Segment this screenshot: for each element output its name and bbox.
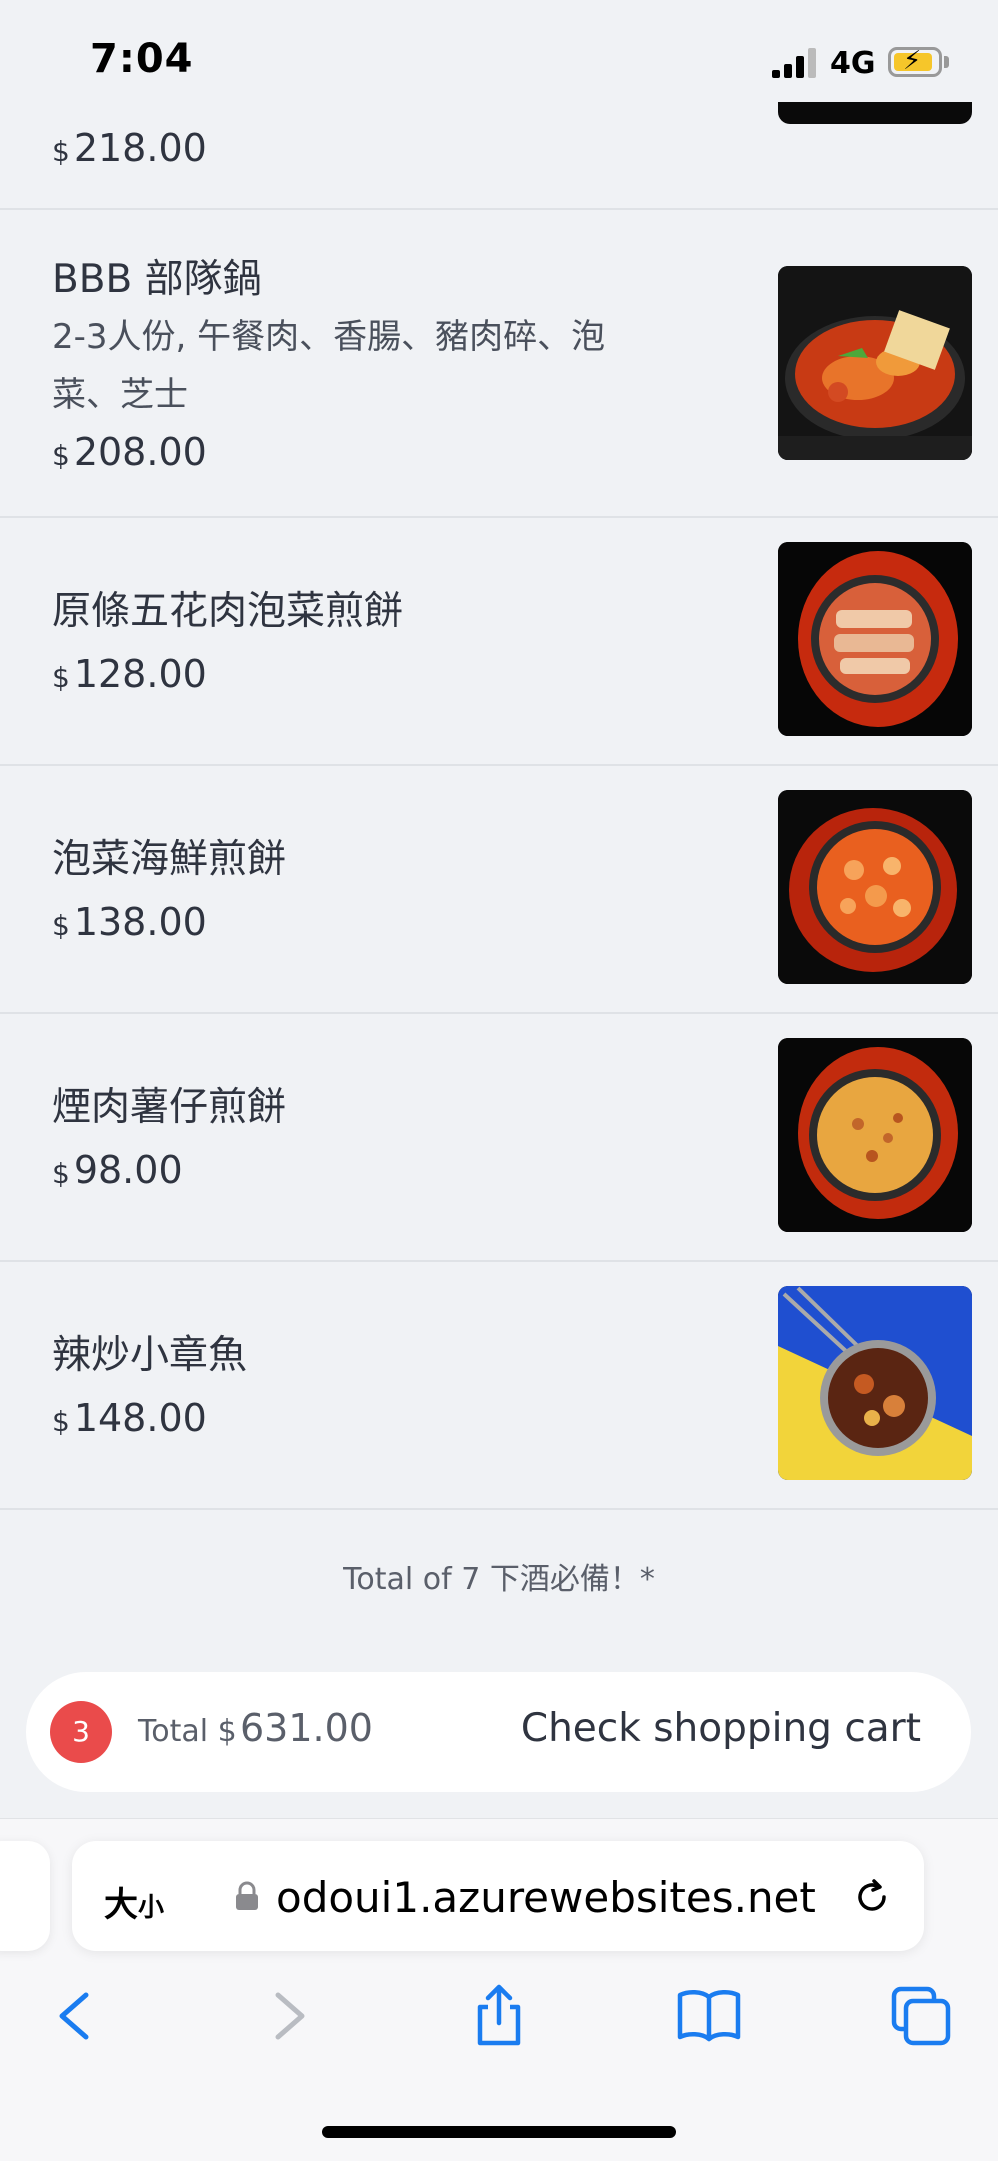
back-icon[interactable] bbox=[40, 1981, 110, 2051]
item-name: 煙肉薯仔煎餅 bbox=[52, 1085, 287, 1130]
forward-icon[interactable] bbox=[254, 1981, 324, 2051]
pork-belly-kimchi-pancake-photo bbox=[778, 542, 972, 736]
address-bar[interactable]: 大小 odoui1.azurewebsites.net bbox=[72, 1841, 924, 1951]
share-icon[interactable] bbox=[464, 1981, 534, 2051]
cart-total-label: Total $ bbox=[138, 1714, 237, 1749]
network-type: 4G bbox=[830, 46, 876, 81]
status-time: 7:04 bbox=[90, 36, 194, 82]
item-description: 2-3人份, 午餐肉、香腸、豬肉碎、泡菜、芝士 bbox=[52, 317, 606, 415]
text-size-button[interactable]: 大小 bbox=[104, 1877, 164, 1926]
army-stew-photo bbox=[778, 266, 972, 460]
menu-item[interactable]: 煙肉薯仔煎餅 $98.00 bbox=[0, 1014, 998, 1262]
bookmarks-icon[interactable] bbox=[674, 1981, 744, 2051]
home-indicator[interactable] bbox=[322, 2126, 676, 2138]
reload-icon[interactable] bbox=[850, 1875, 894, 1919]
tabs-icon[interactable] bbox=[886, 1981, 956, 2051]
item-price: $218.00 bbox=[52, 126, 207, 170]
kimchi-seafood-pancake-photo bbox=[778, 790, 972, 984]
menu-item-previous[interactable]: $218.00 bbox=[0, 120, 998, 210]
items-total-note: Total of 7 下酒必備！* bbox=[343, 1562, 655, 1597]
spicy-stir-fried-octopus-photo bbox=[778, 1286, 972, 1480]
menu-item[interactable]: 原條五花肉泡菜煎餅 $128.00 bbox=[0, 518, 998, 766]
item-price: $148.00 bbox=[52, 1396, 207, 1440]
cart-bar[interactable]: 3 Total $ 631.00 Check shopping cart bbox=[26, 1672, 971, 1792]
menu-item[interactable]: 辣炒小章魚 $148.00 bbox=[0, 1262, 998, 1510]
item-price: $138.00 bbox=[52, 900, 207, 944]
item-price: $128.00 bbox=[52, 652, 207, 696]
menu-item[interactable]: BBB 部隊鍋 2-3人份, 午餐肉、香腸、豬肉碎、泡菜、芝士 $208.00 bbox=[0, 210, 998, 518]
item-price: $98.00 bbox=[52, 1148, 183, 1192]
item-name: 泡菜海鮮煎餅 bbox=[52, 837, 287, 882]
lock-icon bbox=[234, 1881, 260, 1911]
item-price: $208.00 bbox=[52, 430, 207, 474]
menu-item[interactable]: 泡菜海鮮煎餅 $138.00 bbox=[0, 766, 998, 1014]
signal-strength-icon bbox=[772, 48, 818, 78]
browser-toolbar: 大小 odoui1.azurewebsites.net bbox=[0, 1818, 998, 2161]
previous-tab-preview[interactable] bbox=[0, 1841, 50, 1951]
check-shopping-cart-button[interactable]: Check shopping cart bbox=[521, 1706, 921, 1751]
bacon-potato-pancake-photo bbox=[778, 1038, 972, 1232]
item-name: BBB 部隊鍋 bbox=[52, 257, 262, 302]
battery-charging-icon: ⚡ bbox=[888, 46, 942, 77]
cart-count-badge: 3 bbox=[50, 1701, 112, 1763]
url-text: odoui1.azurewebsites.net bbox=[276, 1873, 816, 1922]
cart-total-value: 631.00 bbox=[240, 1706, 373, 1750]
previous-item-photo bbox=[778, 102, 972, 124]
item-name: 辣炒小章魚 bbox=[52, 1333, 248, 1378]
item-name: 原條五花肉泡菜煎餅 bbox=[52, 589, 404, 634]
